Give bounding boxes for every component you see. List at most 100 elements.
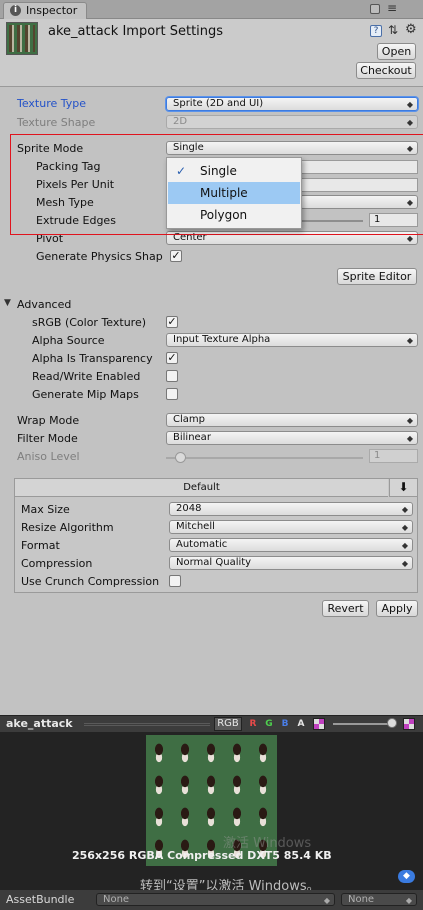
compression-value: Normal Quality — [176, 557, 252, 568]
sprite-editor-button[interactable]: Sprite Editor — [337, 268, 417, 285]
dropdown-arrow-icon: ◆ — [406, 434, 413, 443]
asset-variant-value: None — [348, 894, 375, 905]
wrap-mode-dropdown[interactable]: Clamp ◆ — [166, 413, 418, 427]
asset-bundle-label: AssetBundle — [6, 893, 75, 906]
mip-checker-icon[interactable] — [313, 718, 325, 730]
alpha-source-value: Input Texture Alpha — [173, 334, 271, 345]
filter-mode-value: Bilinear — [173, 432, 211, 443]
preview-header-grip — [84, 723, 210, 726]
preview-name: ake_attack — [6, 717, 73, 730]
wrap-mode-label: Wrap Mode — [17, 414, 80, 427]
channel-a-toggle[interactable]: A — [295, 718, 307, 730]
dropdown-arrow-icon: ◆ — [401, 559, 408, 568]
max-size-value: 2048 — [176, 503, 202, 514]
dropdown-arrow-icon: ◆ — [406, 118, 413, 127]
channel-r-toggle[interactable]: R — [247, 718, 259, 730]
windows-activation-heading: 激活 Windows — [223, 836, 312, 851]
popup-option-multiple[interactable]: Multiple — [168, 182, 300, 204]
asset-bundle-dropdown[interactable]: None ◆ — [96, 893, 335, 906]
info-icon: i — [10, 5, 21, 16]
filter-mode-dropdown[interactable]: Bilinear ◆ — [166, 431, 418, 445]
rgb-toggle[interactable]: RGB — [214, 717, 242, 731]
checkmark-icon: ✓ — [176, 164, 187, 178]
popup-option-single[interactable]: ✓ Single — [168, 160, 300, 182]
dropdown-arrow-icon: ◆ — [406, 416, 413, 425]
default-platform-tab[interactable]: Default — [15, 479, 388, 497]
texture-shape-label: Texture Shape — [17, 116, 96, 129]
apply-button[interactable]: Apply — [376, 600, 418, 617]
texture-type-label: Texture Type — [17, 97, 87, 110]
open-button[interactable]: Open — [377, 43, 416, 60]
texture-shape-dropdown: 2D ◆ — [166, 115, 418, 129]
crunch-label: Use Crunch Compression — [21, 575, 160, 588]
tab-label: Inspector — [26, 4, 78, 17]
resize-algorithm-dropdown[interactable]: Mitchell ◆ — [169, 520, 413, 534]
generate-physics-checkbox[interactable]: ✓ — [170, 250, 182, 262]
channel-b-toggle[interactable]: B — [279, 718, 291, 730]
texture-type-dropdown[interactable]: Sprite (2D and UI) ◆ — [166, 97, 418, 111]
aniso-slider-thumb — [175, 452, 186, 463]
help-icon[interactable]: ? — [370, 25, 382, 37]
sprite-mode-popup: ✓ Single Multiple Polygon — [166, 157, 302, 229]
preset-icon[interactable]: ⇅ — [388, 23, 398, 37]
srgb-label: sRGB (Color Texture) — [32, 316, 147, 329]
popup-option-label: Single — [200, 164, 237, 178]
checkout-button[interactable]: Checkout — [356, 62, 416, 79]
alpha-transparency-label: Alpha Is Transparency — [32, 352, 153, 365]
menu-icon[interactable]: ≡ — [387, 1, 397, 15]
aniso-level-input: 1 — [369, 449, 418, 463]
channel-g-toggle[interactable]: G — [263, 718, 275, 730]
dropdown-arrow-icon: ◆ — [406, 336, 413, 345]
dropdown-arrow-icon: ◆ — [401, 541, 408, 550]
format-label: Format — [21, 539, 60, 552]
read-write-checkbox[interactable] — [166, 370, 178, 382]
dropdown-arrow-icon: ◆ — [323, 896, 330, 905]
advanced-foldout[interactable]: Advanced — [17, 298, 71, 311]
alpha-source-dropdown[interactable]: Input Texture Alpha ◆ — [166, 333, 418, 347]
popup-option-label: Polygon — [200, 208, 248, 222]
generate-physics-label: Generate Physics Shap — [36, 250, 163, 263]
aniso-level-label: Aniso Level — [17, 450, 80, 463]
gear-icon[interactable]: ⚙ — [405, 22, 417, 37]
wrap-mode-value: Clamp — [173, 414, 205, 425]
popup-option-polygon[interactable]: Polygon — [168, 204, 300, 226]
default-tab-label: Default — [183, 482, 220, 493]
popup-option-label: Multiple — [200, 186, 248, 200]
dropdown-arrow-icon: ◆ — [401, 523, 408, 532]
alpha-source-label: Alpha Source — [32, 334, 105, 347]
revert-button[interactable]: Revert — [322, 600, 369, 617]
download-icon[interactable]: ⬇ — [389, 479, 417, 497]
srgb-checkbox[interactable]: ✓ — [166, 316, 178, 328]
aniso-slider-track — [166, 457, 363, 459]
tag-icon[interactable]: ◆ — [398, 870, 415, 883]
compression-dropdown[interactable]: Normal Quality ◆ — [169, 556, 413, 570]
compression-label: Compression — [21, 557, 93, 570]
preview-slider-track[interactable] — [333, 723, 391, 725]
asset-bundle-value: None — [103, 894, 130, 905]
read-write-label: Read/Write Enabled — [32, 370, 141, 383]
resize-algorithm-value: Mitchell — [176, 521, 215, 532]
mipmaps-label: Generate Mip Maps — [32, 388, 139, 401]
dropdown-arrow-icon: ◆ — [406, 100, 413, 109]
foldout-arrow-icon[interactable]: ▼ — [4, 298, 11, 308]
dropdown-arrow-icon: ◆ — [401, 505, 408, 514]
alpha-transparency-checkbox[interactable]: ✓ — [166, 352, 178, 364]
max-size-label: Max Size — [21, 503, 70, 516]
lock-icon[interactable] — [370, 4, 380, 14]
asset-variant-dropdown[interactable]: None ◆ — [341, 893, 417, 906]
rgb-label: RGB — [217, 718, 239, 729]
texture-shape-value: 2D — [173, 116, 188, 127]
crunch-checkbox[interactable] — [169, 575, 181, 587]
alpha-checker-icon[interactable] — [403, 718, 415, 730]
preview-slider-thumb[interactable] — [387, 718, 397, 728]
dropdown-arrow-icon: ◆ — [405, 896, 412, 905]
sprite-thumb-icon — [9, 25, 35, 52]
import-settings-title: ake_attack Import Settings — [48, 24, 224, 39]
mipmaps-checkbox[interactable] — [166, 388, 178, 400]
filter-mode-label: Filter Mode — [17, 432, 78, 445]
inspector-tab[interactable]: i Inspector — [3, 2, 87, 19]
max-size-dropdown[interactable]: 2048 ◆ — [169, 502, 413, 516]
texture-type-value: Sprite (2D and UI) — [173, 98, 264, 109]
format-dropdown[interactable]: Automatic ◆ — [169, 538, 413, 552]
resize-algorithm-label: Resize Algorithm — [21, 521, 114, 534]
